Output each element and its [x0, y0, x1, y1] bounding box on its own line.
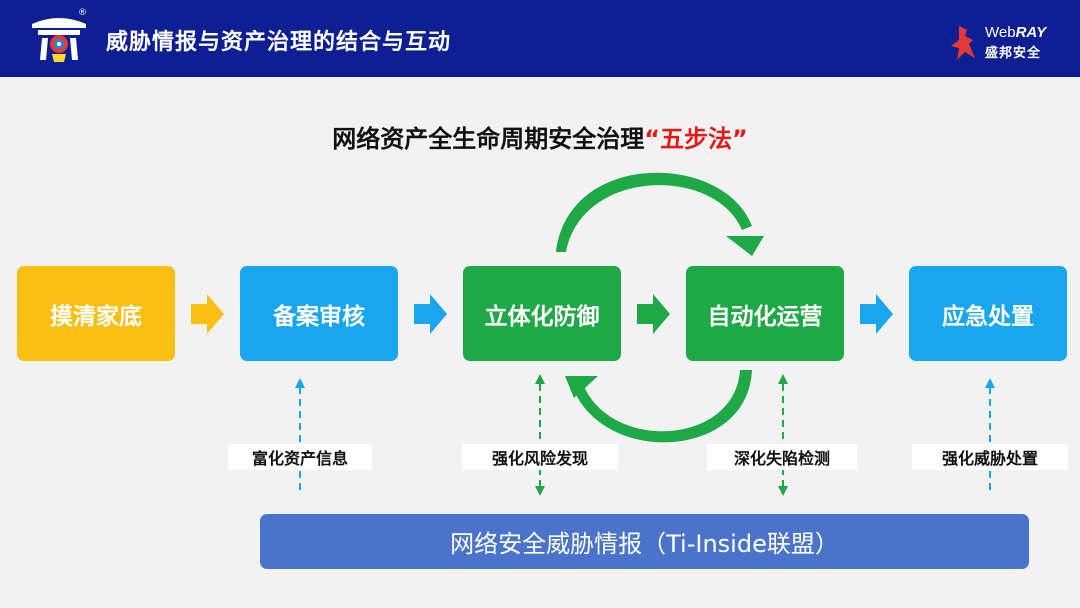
- step-box-4: 自动化运营: [686, 266, 844, 361]
- cycle-arrow-top-icon: [556, 172, 764, 256]
- step-box-3: 立体化防御: [463, 266, 621, 361]
- step-box-5: 应急处置: [909, 266, 1067, 361]
- step-box-1: 摸清家底: [17, 266, 175, 361]
- intel-feed-arrow-3: [778, 374, 788, 496]
- step-box-2: 备案审核: [240, 266, 398, 361]
- arrow-right-icon: [637, 294, 670, 334]
- intel-feed-arrow-4: [985, 378, 995, 490]
- intel-label-1: 富化资产信息: [228, 444, 372, 470]
- arrow-right-icon: [191, 294, 224, 334]
- intel-feed-arrow-1: [295, 378, 305, 490]
- arrow-right-icon: [414, 294, 447, 334]
- intel-feed-arrow-2: [535, 374, 545, 496]
- intel-label-2: 强化风险发现: [462, 444, 618, 470]
- intel-label-4: 强化威胁处置: [912, 444, 1068, 470]
- threat-intel-bar: 网络安全威胁情报（Ti-Inside联盟）: [260, 514, 1029, 569]
- cycle-arrow-bottom-icon: [565, 370, 752, 443]
- intel-label-3: 深化失陷检测: [707, 444, 857, 470]
- arrow-right-icon: [860, 294, 893, 334]
